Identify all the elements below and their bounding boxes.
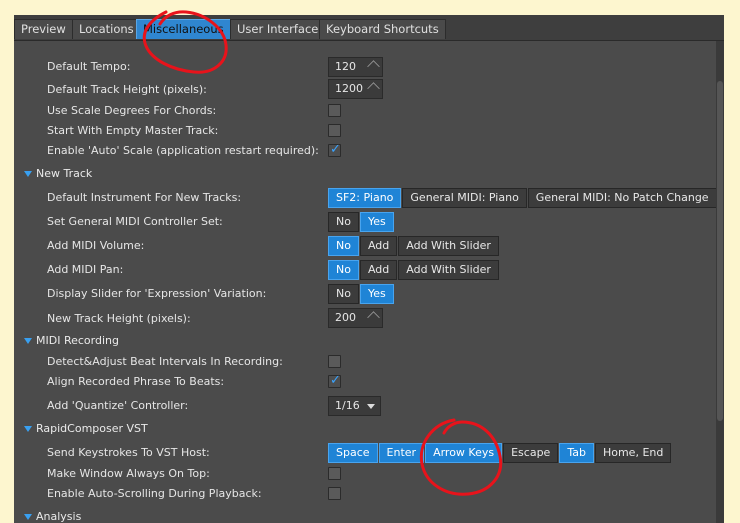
section-midi-recording[interactable]: MIDI Recording (24, 333, 119, 349)
expression-slider-label: Display Slider for 'Expression' Variatio… (47, 287, 267, 300)
scale-degrees-label: Use Scale Degrees For Chords: (47, 104, 217, 117)
track-height-value: 1200 (335, 82, 363, 95)
spinner-arrow-icon[interactable] (367, 311, 380, 324)
default-tempo-label: Default Tempo: (47, 60, 131, 73)
send-keystrokes-label: Send Keystrokes To VST Host: (47, 446, 210, 459)
new-track-height-spinner[interactable]: 200 (328, 308, 383, 328)
collapse-triangle-icon[interactable] (24, 338, 32, 344)
default-tempo-spinner[interactable]: 120 (328, 57, 383, 77)
instrument-gm-no-patch-button[interactable]: General MIDI: No Patch Change (527, 188, 716, 208)
controller-set-toggle: No Yes (328, 212, 395, 232)
preferences-window: Preview Locations Miscellaneous User Int… (14, 15, 724, 523)
expression-slider-toggle: No Yes (328, 284, 395, 304)
auto-scale-checkbox[interactable]: ✓ (328, 142, 341, 157)
settings-list: Default Tempo: 120 Default Track Height … (14, 41, 716, 523)
align-phrase-label: Align Recorded Phrase To Beats: (47, 375, 225, 388)
section-title: MIDI Recording (36, 334, 119, 347)
midi-pan-no-button[interactable]: No (328, 260, 359, 280)
keystroke-escape-button[interactable]: Escape (503, 443, 559, 463)
tab-miscellaneous[interactable]: Miscellaneous (136, 19, 231, 39)
spinner-arrow-icon[interactable] (367, 82, 380, 95)
default-instrument-label: Default Instrument For New Tracks: (47, 191, 242, 204)
empty-master-label: Start With Empty Master Track: (47, 124, 219, 137)
controller-set-yes-button[interactable]: Yes (359, 212, 394, 232)
midi-pan-selector: No Add Add With Slider (328, 260, 500, 280)
midi-volume-add-button[interactable]: Add (359, 236, 398, 256)
auto-scroll-checkbox[interactable] (328, 487, 341, 500)
controller-set-label: Set General MIDI Controller Set: (47, 215, 223, 228)
spinner-arrow-icon[interactable] (367, 60, 380, 73)
quantize-dropdown[interactable]: 1/16 (328, 396, 381, 416)
vertical-scrollbar[interactable] (716, 41, 724, 523)
tab-user-interface[interactable]: User Interface (230, 19, 326, 39)
always-on-top-checkbox[interactable] (328, 467, 341, 480)
midi-volume-add-slider-button[interactable]: Add With Slider (398, 236, 499, 256)
tab-keyboard-shortcuts[interactable]: Keyboard Shortcuts (319, 19, 446, 39)
expression-yes-button[interactable]: Yes (359, 284, 394, 304)
collapse-triangle-icon[interactable] (24, 171, 32, 177)
detect-beat-checkbox[interactable] (328, 355, 341, 368)
keystroke-space-button[interactable]: Space (328, 443, 378, 463)
scale-degrees-checkbox[interactable] (328, 104, 341, 117)
always-on-top-label: Make Window Always On Top: (47, 467, 210, 480)
new-track-height-value: 200 (335, 311, 356, 324)
midi-volume-no-button[interactable]: No (328, 236, 359, 256)
instrument-gm-piano-button[interactable]: General MIDI: Piano (402, 188, 527, 208)
instrument-sf2-piano-button[interactable]: SF2: Piano (328, 188, 402, 208)
auto-scroll-label: Enable Auto-Scrolling During Playback: (47, 487, 262, 500)
track-height-spinner[interactable]: 1200 (328, 79, 383, 99)
quantize-value: 1/16 (335, 399, 360, 412)
checkmark-icon: ✓ (330, 373, 341, 388)
tab-preview[interactable]: Preview (14, 19, 73, 39)
midi-volume-selector: No Add Add With Slider (328, 236, 500, 256)
section-rapidcomposer-vst[interactable]: RapidComposer VST (24, 421, 148, 437)
new-track-height-label: New Track Height (pixels): (47, 312, 191, 325)
send-keystrokes-selector: Space Enter Arrow Keys Escape Tab Home, … (328, 443, 672, 463)
tab-bar: Preview Locations Miscellaneous User Int… (14, 15, 724, 41)
section-new-track[interactable]: New Track (24, 166, 92, 182)
midi-pan-label: Add MIDI Pan: (47, 263, 124, 276)
track-height-label: Default Track Height (pixels): (47, 83, 207, 96)
keystroke-enter-button[interactable]: Enter (378, 443, 425, 463)
chevron-down-icon (367, 404, 375, 409)
section-analysis[interactable]: Analysis (24, 509, 81, 523)
keystroke-arrow-keys-button[interactable]: Arrow Keys (425, 443, 503, 463)
quantize-label: Add 'Quantize' Controller: (47, 399, 189, 412)
midi-volume-label: Add MIDI Volume: (47, 239, 145, 252)
section-title: RapidComposer VST (36, 422, 148, 435)
midi-pan-add-slider-button[interactable]: Add With Slider (398, 260, 499, 280)
midi-pan-add-button[interactable]: Add (359, 260, 398, 280)
detect-beat-label: Detect&Adjust Beat Intervals In Recordin… (47, 355, 283, 368)
tab-locations[interactable]: Locations (72, 19, 141, 39)
default-instrument-selector: SF2: Piano General MIDI: Piano General M… (328, 188, 716, 208)
section-title: Analysis (36, 510, 82, 523)
default-tempo-value: 120 (335, 60, 356, 73)
keystroke-tab-button[interactable]: Tab (559, 443, 594, 463)
empty-master-checkbox[interactable] (328, 124, 341, 137)
controller-set-no-button[interactable]: No (328, 212, 359, 232)
keystroke-home-end-button[interactable]: Home, End (594, 443, 672, 463)
auto-scale-label: Enable 'Auto' Scale (application restart… (47, 144, 319, 157)
collapse-triangle-icon[interactable] (24, 514, 32, 520)
section-title: New Track (36, 167, 93, 180)
expression-no-button[interactable]: No (328, 284, 359, 304)
scrollbar-thumb[interactable] (717, 81, 723, 421)
checkmark-icon: ✓ (330, 142, 341, 157)
collapse-triangle-icon[interactable] (24, 426, 32, 432)
align-phrase-checkbox[interactable]: ✓ (328, 373, 341, 388)
